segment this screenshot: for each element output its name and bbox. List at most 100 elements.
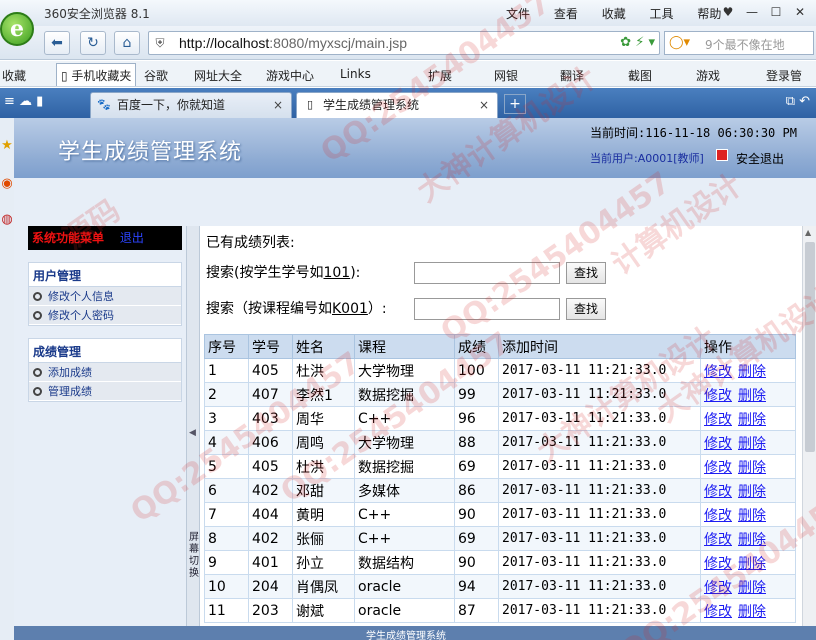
delete-link[interactable]: 删除 <box>738 388 766 404</box>
delete-link[interactable]: 删除 <box>738 364 766 380</box>
cell-actions: 修改 删除 <box>700 502 796 527</box>
fav-extension[interactable]: 扩展 <box>428 67 452 84</box>
address-text[interactable]: http://localhost:8080/myxscj/main.jsp <box>179 35 407 51</box>
cell-score: 100 <box>454 358 499 383</box>
delete-link[interactable]: 删除 <box>738 580 766 596</box>
security-shield-icon[interactable]: ⛨ <box>152 35 168 51</box>
skin-icon[interactable]: ♥ <box>716 2 740 22</box>
new-tab-button[interactable]: + <box>504 94 526 114</box>
cell-student-id: 204 <box>248 574 293 599</box>
table-row: 6 402 邓甜 多媒体 86 2017-03-11 11:21:33.0 修改 删除 <box>204 478 796 503</box>
browser-search-placeholder[interactable]: 9个最不像在地 <box>705 36 813 53</box>
fav-login[interactable]: 登录管 <box>766 67 802 84</box>
browser-side-strip: ★ ◉ ◍ <box>0 118 14 640</box>
bullet-icon <box>33 311 42 320</box>
edit-link[interactable]: 修改 <box>704 532 732 548</box>
edit-link[interactable]: 修改 <box>704 412 732 428</box>
vertical-scrollbar[interactable]: ▲ <box>802 226 816 640</box>
menu-group-grade: 成绩管理 添加成绩 管理成绩 <box>28 338 182 402</box>
fav-links[interactable]: Links <box>340 67 371 81</box>
cell-added-time: 2017-03-11 11:21:33.0 <box>498 358 701 383</box>
screen-switch-splitter[interactable]: ◀ 屏幕切换 <box>186 226 200 640</box>
menu-tools[interactable]: 工具 <box>650 7 674 21</box>
tab-grade-system-close-icon[interactable]: × <box>479 93 489 117</box>
edit-link[interactable]: 修改 <box>704 484 732 500</box>
tab-restore-icon[interactable]: ⧉ ↶ <box>786 94 810 109</box>
cell-index: 9 <box>204 550 249 575</box>
delete-link[interactable]: 删除 <box>738 484 766 500</box>
close-window-icon[interactable]: ✕ <box>788 2 812 22</box>
screen-switch-label[interactable]: 屏幕切换 <box>188 532 200 580</box>
fav-google[interactable]: 谷歌 <box>144 67 168 84</box>
edit-link[interactable]: 修改 <box>704 508 732 524</box>
fav-collect[interactable]: 收藏 <box>2 67 26 84</box>
menu-item-edit-password[interactable]: 修改个人密码 <box>29 306 181 325</box>
edit-link[interactable]: 修改 <box>704 364 732 380</box>
delete-link[interactable]: 删除 <box>738 508 766 524</box>
fav-mobile[interactable]: ▯ 手机收藏夹 <box>56 63 137 86</box>
edit-link[interactable]: 修改 <box>704 460 732 476</box>
menu-item-add-grade[interactable]: 添加成绩 <box>29 363 181 382</box>
tab-baidu[interactable]: 🐾 百度一下，你就知道 × <box>90 92 292 118</box>
delete-link[interactable]: 删除 <box>738 460 766 476</box>
maximize-icon[interactable]: ☐ <box>764 2 788 22</box>
cloud-icon[interactable]: ≡ ☁ ▮ <box>4 94 43 109</box>
logout-link[interactable]: 安全退出 <box>736 150 784 167</box>
menu-item-edit-profile[interactable]: 修改个人信息 <box>29 287 181 306</box>
cell-actions: 修改 删除 <box>700 526 796 551</box>
collapse-arrow-icon[interactable]: ◀ <box>189 428 196 438</box>
refresh-icon[interactable]: ↻ <box>80 31 106 55</box>
logout-icon[interactable] <box>716 149 728 161</box>
star-icon[interactable]: ★ <box>0 138 14 160</box>
menu-exit-link[interactable]: 退出 <box>120 231 144 245</box>
delete-link[interactable]: 删除 <box>738 436 766 452</box>
fav-translate[interactable]: 翻译 <box>560 67 584 84</box>
edit-link[interactable]: 修改 <box>704 604 732 620</box>
student-id-search-input[interactable] <box>414 262 560 284</box>
delete-link[interactable]: 删除 <box>738 604 766 620</box>
fav-games[interactable]: 游戏 <box>696 67 720 84</box>
cell-added-time: 2017-03-11 11:21:33.0 <box>498 550 701 575</box>
fav-games-center[interactable]: 游戏中心 <box>266 67 314 84</box>
home-icon[interactable]: ⌂ <box>114 31 140 55</box>
edit-link[interactable]: 修改 <box>704 556 732 572</box>
delete-link[interactable]: 删除 <box>738 532 766 548</box>
current-user: 当前用户:A0001[教师] <box>590 152 704 165</box>
search-engine-icon[interactable]: ◯▾ <box>669 35 690 50</box>
browser-logo-icon[interactable]: e <box>0 12 34 46</box>
fav-screenshot[interactable]: 截图 <box>628 67 652 84</box>
menu-file[interactable]: 文件 <box>506 7 530 21</box>
tab-bar: ≡ ☁ ▮ 🐾 百度一下，你就知道 × ▯ 学生成绩管理系统 × + ⧉ ↶ <box>0 88 816 118</box>
fav-bank[interactable]: 网银 <box>494 67 518 84</box>
delete-link[interactable]: 删除 <box>738 556 766 572</box>
table-row: 7 404 黄明 C++ 90 2017-03-11 11:21:33.0 修改 删除 <box>204 502 796 527</box>
sidebar-app-icon[interactable]: ◉ <box>0 176 14 198</box>
edit-link[interactable]: 修改 <box>704 388 732 404</box>
tab-baidu-close-icon[interactable]: × <box>273 93 283 117</box>
delete-link[interactable]: 删除 <box>738 412 766 428</box>
menu-item-manage-grade[interactable]: 管理成绩 <box>29 382 181 401</box>
cell-student-id: 401 <box>248 550 293 575</box>
menu-view[interactable]: 查看 <box>554 7 578 21</box>
browser-search-box[interactable]: ◯▾ 9个最不像在地 <box>664 31 814 55</box>
sidebar-weibo-icon[interactable]: ◍ <box>0 212 14 234</box>
address-bar[interactable]: ⛨ http://localhost:8080/myxscj/main.jsp … <box>148 31 660 55</box>
fav-urls[interactable]: 网址大全 <box>194 67 242 84</box>
back-icon[interactable]: ⬅ <box>44 31 70 55</box>
cell-actions: 修改 删除 <box>700 382 796 407</box>
scrollbar-thumb[interactable] <box>805 242 815 452</box>
course-id-search-input[interactable] <box>414 298 560 320</box>
table-row: 8 402 张俪 C++ 69 2017-03-11 11:21:33.0 修改 删除 <box>204 526 796 551</box>
edit-link[interactable]: 修改 <box>704 580 732 596</box>
col-name: 姓名 <box>292 334 355 359</box>
address-action-icons[interactable]: ✿ ⚡ ▾ <box>620 35 655 50</box>
scroll-up-icon[interactable]: ▲ <box>805 228 811 237</box>
tab-grade-system[interactable]: ▯ 学生成绩管理系统 × <box>296 92 498 118</box>
edit-link[interactable]: 修改 <box>704 436 732 452</box>
minimize-icon[interactable]: — <box>740 2 764 22</box>
course-search-button[interactable]: 查找 <box>566 298 606 320</box>
function-menu: 系统功能菜单 退出 用户管理 修改个人信息 修改个人密码 成绩管理 添加成绩 管… <box>28 226 182 402</box>
student-search-button[interactable]: 查找 <box>566 262 606 284</box>
col-actions: 操作 <box>700 334 796 359</box>
menu-favorites[interactable]: 收藏 <box>602 7 626 21</box>
